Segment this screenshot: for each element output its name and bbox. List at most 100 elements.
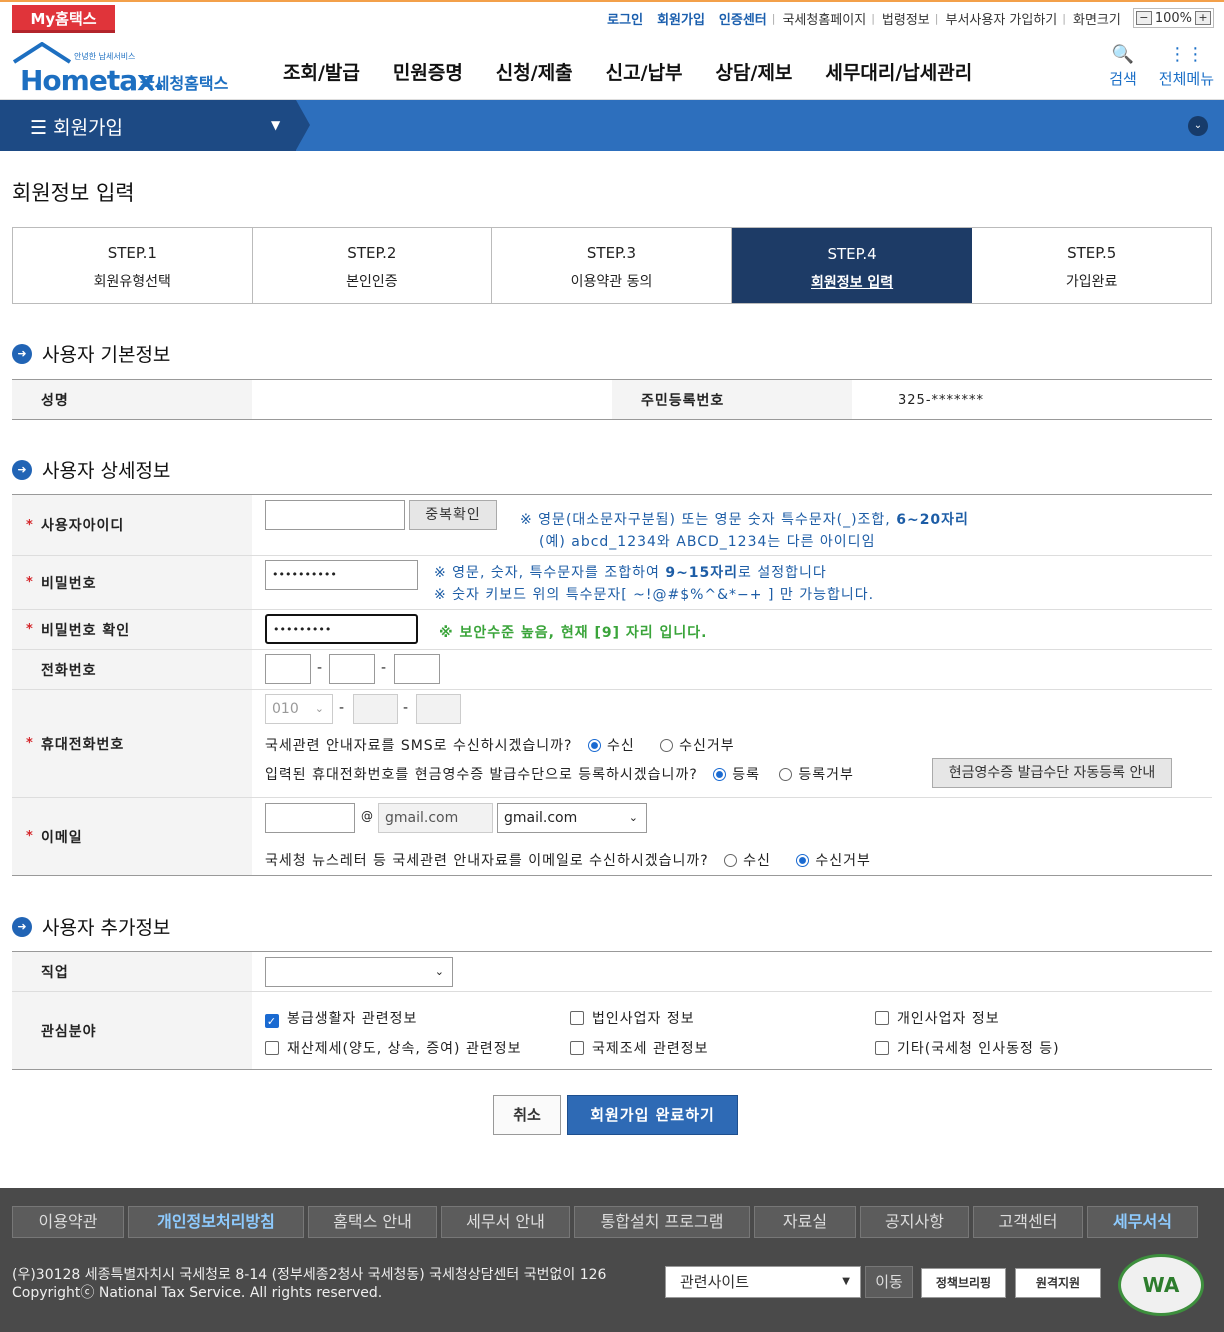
dash: - xyxy=(381,660,388,676)
label-text: 비밀번호 xyxy=(41,575,97,592)
footer-library[interactable]: 자료실 xyxy=(754,1206,856,1238)
email-local-input[interactable] xyxy=(265,803,355,833)
label-text: 사용자아이디 xyxy=(41,518,125,534)
select-value: gmail.com xyxy=(504,810,578,826)
required-mark: * xyxy=(26,736,34,751)
related-sites-select[interactable]: 관련사이트 ▼ xyxy=(665,1266,861,1298)
search-label: 검색 xyxy=(1109,70,1137,88)
footer-privacy[interactable]: 개인정보처리방침 xyxy=(128,1206,304,1238)
signup-link[interactable]: 회원가입 xyxy=(657,9,705,28)
password-input[interactable]: •••••••••• xyxy=(265,560,418,590)
rrn-label: 주민등록번호 xyxy=(612,380,852,419)
nav-report-pay[interactable]: 신고/납부 xyxy=(606,58,683,85)
main-nav: 조회/발급 민원증명 신청/제출 신고/납부 상담/제보 세무대리/납세관리 xyxy=(283,58,1005,85)
footer-customer-center[interactable]: 고객센터 xyxy=(973,1206,1083,1238)
interest-individual[interactable]: 개인사업자 정보 xyxy=(875,1008,1000,1028)
search-button[interactable]: 🔍 검색 xyxy=(1109,44,1137,89)
step-number: STEP.1 xyxy=(107,244,157,262)
footer-terms[interactable]: 이용약관 xyxy=(12,1206,124,1238)
all-menu-label: 전체메뉴 xyxy=(1158,70,1214,88)
question-text: 입력된 휴대전화번호를 현금영수증 발급수단으로 등록하시겠습니까? xyxy=(265,767,698,783)
section-detail-info: ➜ 사용자 상세정보 xyxy=(12,456,170,483)
remote-support-link[interactable]: 원격지원 xyxy=(1015,1268,1101,1298)
all-menu-button[interactable]: ⋮⋮ 전체메뉴 xyxy=(1159,44,1214,89)
cash-register-radio[interactable] xyxy=(713,768,727,781)
footer-notice[interactable]: 공지사항 xyxy=(860,1206,969,1238)
cert-center-link[interactable]: 인증센터 xyxy=(719,9,767,28)
footer-hometax-guide[interactable]: 홈택스 안내 xyxy=(308,1206,437,1238)
nav-consult[interactable]: 상담/제보 xyxy=(716,58,793,85)
login-link[interactable]: 로그인 xyxy=(607,9,643,28)
section-extra-info: ➜ 사용자 추가정보 xyxy=(12,913,170,940)
checkbox[interactable] xyxy=(875,1011,889,1025)
chevron-down-icon[interactable]: ⌄ xyxy=(1188,116,1208,136)
nav-certificate[interactable]: 민원증명 xyxy=(393,58,463,85)
footer-tax-forms[interactable]: 세무서식 xyxy=(1087,1206,1198,1238)
checkbox[interactable] xyxy=(875,1041,889,1055)
nav-agent[interactable]: 세무대리/납세관리 xyxy=(825,58,972,85)
user-id-input[interactable] xyxy=(265,500,405,530)
interest-international[interactable]: 국제조세 관련정보 xyxy=(570,1038,709,1058)
interest-corporate[interactable]: 법인사업자 정보 xyxy=(570,1008,695,1028)
checkbox[interactable] xyxy=(570,1011,584,1025)
mobile-part-2[interactable] xyxy=(353,694,398,724)
email-domain-input[interactable]: gmail.com xyxy=(378,803,493,833)
cash-reject-radio[interactable] xyxy=(779,768,793,781)
required-mark: * xyxy=(26,622,34,637)
interest-other[interactable]: 기타(국세청 인사동정 등) xyxy=(875,1038,1060,1058)
job-select[interactable]: ⌄ xyxy=(265,957,453,987)
checkbox-label: 재산제세(양도, 상속, 증여) 관련정보 xyxy=(287,1041,522,1057)
checkbox[interactable] xyxy=(265,1041,279,1055)
complete-signup-button[interactable]: 회원가입 완료하기 xyxy=(567,1095,738,1135)
hometax-logo[interactable]: 안녕한 납세서비스 Hometax. 국세청홈택스 xyxy=(12,42,242,97)
top-utility-bar: My홈택스 로그인 회원가입 인증센터 | 국세청홈페이지 | 법령정보 | 부… xyxy=(0,0,1224,34)
step-2: STEP.2 본인인증 xyxy=(253,228,493,303)
step-label: 회원정보 입력 xyxy=(811,275,894,291)
checkbox-checked[interactable]: ✓ xyxy=(265,1014,279,1028)
sms-accept-radio[interactable] xyxy=(587,739,601,752)
nts-homepage-link[interactable]: 국세청홈페이지 xyxy=(782,9,866,28)
nav-inquiry[interactable]: 조회/발급 xyxy=(283,58,360,85)
email-accept-radio[interactable] xyxy=(724,854,738,867)
checkbox[interactable] xyxy=(570,1041,584,1055)
password-confirm-input[interactable]: ••••••••• xyxy=(265,614,418,644)
cash-receipt-guide-button[interactable]: 현금영수증 발급수단 자동등록 안내 xyxy=(932,758,1172,788)
required-mark: * xyxy=(26,517,34,533)
table-row: 성명 주민등록번호 325-******* xyxy=(12,380,1212,419)
footer-install-program[interactable]: 통합설치 프로그램 xyxy=(574,1206,750,1238)
footer-office-guide[interactable]: 세무서 안내 xyxy=(441,1206,570,1238)
duplicate-check-button[interactable]: 중복확인 xyxy=(409,500,497,530)
screen-size-label: 화면크기 xyxy=(1072,12,1121,28)
email-reject-radio[interactable] xyxy=(796,854,810,867)
cancel-button[interactable]: 취소 xyxy=(493,1095,561,1135)
nav-application[interactable]: 신청/제출 xyxy=(496,58,573,85)
table-row-password: * 비밀번호 •••••••••• ※ 영문, 숫자, 특수문자를 조합하여 9~… xyxy=(12,556,1212,610)
step-label: 이용약관 동의 xyxy=(570,274,653,290)
section-title: 사용자 추가정보 xyxy=(42,917,171,939)
sms-reject-radio[interactable] xyxy=(660,739,674,752)
interest-property[interactable]: 재산제세(양도, 상속, 증여) 관련정보 xyxy=(265,1038,522,1058)
mobile-prefix-select[interactable]: 010 ⌄ xyxy=(265,694,333,724)
move-button[interactable]: 이동 xyxy=(865,1266,913,1298)
basic-info-table: 성명 주민등록번호 325-******* xyxy=(12,379,1212,420)
caret-down-icon[interactable]: ▼ xyxy=(271,118,280,132)
policy-briefing-link[interactable]: 정책브리핑 xyxy=(921,1268,1006,1298)
email-domain-select[interactable]: gmail.com ⌄ xyxy=(497,803,647,833)
phone-part-1[interactable] xyxy=(265,654,311,684)
password-note-chars: ※ 숫자 키보드 위의 특수문자[ ~!@#$%^&*−+ ] 만 가능합니다. xyxy=(434,587,875,603)
phone-part-2[interactable] xyxy=(329,654,375,684)
my-hometax-button[interactable]: My홈택스 xyxy=(12,5,115,33)
zoom-in-button[interactable]: + xyxy=(1195,11,1211,25)
phone-part-3[interactable] xyxy=(394,654,440,684)
caret-down-icon: ▼ xyxy=(842,1276,850,1287)
dept-user-signup-link[interactable]: 부서사용자 가입하기 xyxy=(945,9,1057,28)
mobile-part-3[interactable] xyxy=(416,694,461,724)
password-label: * 비밀번호 xyxy=(12,556,252,609)
zoom-control: − 100% + xyxy=(1132,8,1214,28)
step-5: STEP.5 가입완료 xyxy=(972,228,1211,303)
interest-salary[interactable]: ✓ 봉급생활자 관련정보 xyxy=(265,1008,417,1028)
zoom-out-button[interactable]: − xyxy=(1135,11,1152,25)
law-info-link[interactable]: 법령정보 xyxy=(882,9,930,28)
top-links: 로그인 회원가입 인증센터 | 국세청홈페이지 | 법령정보 | 부서사용자 가… xyxy=(593,8,1214,28)
table-row-job: 직업 ⌄ xyxy=(12,952,1212,992)
